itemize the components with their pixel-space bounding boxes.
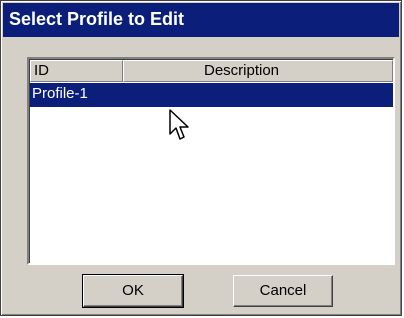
list-item[interactable]: Profile-1 — [30, 83, 393, 107]
ok-button[interactable]: OK — [82, 274, 184, 308]
arrow-cursor-icon — [169, 109, 189, 140]
column-header-id[interactable]: ID — [30, 60, 123, 82]
list-header: ID Description — [30, 60, 393, 82]
cancel-button[interactable]: Cancel — [233, 275, 333, 307]
dialog-title: Select Profile to Edit — [9, 9, 185, 29]
profile-list[interactable]: ID Description Profile-1 — [27, 57, 395, 265]
list-item-id: Profile-1 — [32, 85, 88, 102]
select-profile-dialog: Select Profile to Edit ID Description Pr… — [0, 0, 402, 316]
list-rows: Profile-1 — [30, 83, 393, 263]
column-header-description[interactable]: Description — [123, 60, 393, 82]
title-bar[interactable]: Select Profile to Edit — [3, 3, 399, 37]
